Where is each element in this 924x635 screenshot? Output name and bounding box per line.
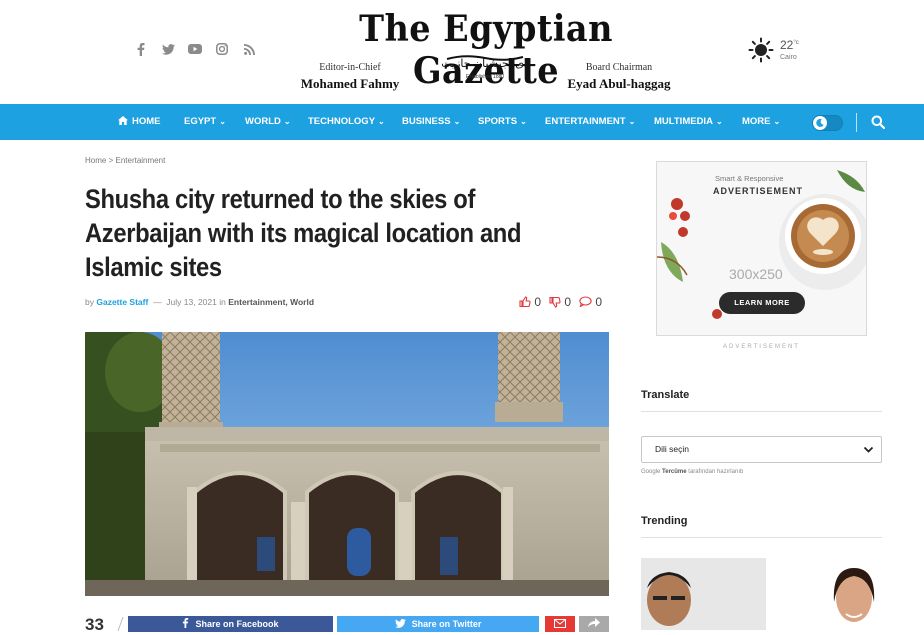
breadcrumb-section[interactable]: Entertainment [115,156,165,165]
editor-in-chief: Editor-in-Chief Mohamed Fahmy [290,62,410,92]
mosque-photo [85,332,609,596]
nav-entertainment[interactable]: ENTERTAINMENT ⌄ [545,104,635,140]
chevron-down-icon: ⌄ [378,117,385,126]
ad-line2: ADVERTISEMENT [713,186,804,196]
chevron-down-icon: ⌄ [283,117,291,126]
chevron-down-icon: ⌄ [453,117,461,126]
featured-image[interactable] [85,332,609,596]
ad-size: 300x250 [729,266,783,282]
language-select[interactable]: Dili seçin [641,436,882,463]
search-icon[interactable] [871,115,885,129]
editor-name: Mohamed Fahmy [300,76,400,91]
translate-divider [641,411,882,412]
comments-button[interactable]: 0 [579,295,602,309]
facebook-icon [183,618,189,628]
dark-mode-toggle[interactable] [812,115,843,131]
social-links [133,41,257,57]
chevron-down-icon: ⌄ [520,117,527,126]
temperature: 22°c [780,38,799,52]
google-logo-text: Google [641,469,661,475]
board-label: Board Chairman [585,62,653,73]
nav-divider [856,113,857,132]
site-header: The Egyptian Gazette Editor-in-Chief Moh… [0,0,924,104]
main-nav: HOME EGYPT ⌄ WORLD ⌄ TECHNOLOGY ⌄ BUSINESS ⌄… [0,104,924,140]
trending-thumbnail-2[interactable] [826,558,882,630]
advertisement-banner[interactable]: Smart & Responsive ADVERTISEMENT 300x250… [656,161,867,336]
twitter-icon[interactable] [160,41,176,57]
ad-caption: ADVERTISEMENT [723,344,800,350]
trending-thumbnail-1[interactable] [641,558,766,630]
youtube-icon[interactable] [187,41,203,57]
person-photo [641,558,766,630]
home-icon [118,116,128,125]
dislike-button[interactable]: 0 [549,295,571,309]
nav-multimedia[interactable]: MULTIMEDIA ⌄ [654,104,723,140]
nav-more[interactable]: MORE ⌄ [742,104,780,140]
nav-world[interactable]: WORLD ⌄ [245,104,291,140]
like-button[interactable]: 0 [519,295,541,309]
established-text: Established 1880 [465,74,505,80]
instagram-icon[interactable] [214,41,230,57]
share-bar: 33 Share on Facebook Share on Twitter [85,615,609,634]
translate-link[interactable]: Tercüme [662,469,687,475]
nav-sports[interactable]: SPORTS ⌄ [478,104,527,140]
google-translate-credit: Google Tercüme tarafından hazırlanıb [641,469,744,475]
thumbs-up-icon [519,296,531,308]
chevron-down-icon [863,446,874,453]
publish-date[interactable]: July 13, 2021 [166,297,217,307]
share-divider [117,616,124,631]
board-name: Eyad Abul-haggag [567,76,671,91]
thumbs-down-icon [549,296,561,308]
mail-icon [554,619,566,628]
reaction-counts: 0 0 0 [519,295,602,309]
sun-icon [748,37,774,63]
arabic-masthead: ذى اجبشيان جازيت Established 1880 [420,53,550,80]
meta-in: in [219,297,226,307]
editor-label: Editor-in-Chief [319,62,381,73]
toggle-knob [813,116,827,130]
article-meta: by Gazette Staff — July 13, 2021 in Ente… [85,297,314,307]
weather-city: Cairo [780,54,797,61]
breadcrumb-home[interactable]: Home [85,156,106,165]
author-link[interactable]: Gazette Staff [96,297,148,307]
translate-heading: Translate [641,389,690,401]
share-count: 33 [85,615,104,634]
ad-learn-more-button[interactable]: LEARN MORE [719,292,805,314]
breadcrumb: Home > Entertainment [85,156,165,165]
moon-icon [816,118,824,127]
chevron-down-icon: ⌄ [715,117,723,126]
category-links[interactable]: Entertainment, World [228,297,314,307]
trending-divider [641,537,882,538]
meta-by: by [85,297,94,307]
facebook-icon[interactable] [133,41,149,57]
meta-dash: — [153,297,162,307]
rss-icon[interactable] [241,41,257,57]
article-title: Shusha city returned to the skies of Aze… [85,184,522,282]
person-photo [826,558,882,630]
weather-widget[interactable]: 22°c Cairo [748,37,799,63]
nav-business[interactable]: BUSINESS ⌄ [402,104,460,140]
nav-technology[interactable]: TECHNOLOGY ⌄ [308,104,385,140]
chevron-down-icon: ⌄ [628,117,636,126]
arabic-title: ذى اجبشيان جازيت [441,57,529,70]
chevron-down-icon: ⌄ [219,117,226,126]
chevron-down-icon: ⌄ [773,117,781,126]
nav-egypt[interactable]: EGYPT ⌄ [184,104,226,140]
breadcrumb-separator: > [108,156,114,165]
share-arrow-icon [588,618,600,628]
nav-home[interactable]: HOME [118,104,161,140]
comment-icon [579,296,592,308]
twitter-icon [394,619,406,628]
ad-line1: Smart & Responsive [715,174,784,183]
trending-heading: Trending [641,515,688,527]
board-chairman: Board Chairman Eyad Abul-haggag [556,62,682,92]
